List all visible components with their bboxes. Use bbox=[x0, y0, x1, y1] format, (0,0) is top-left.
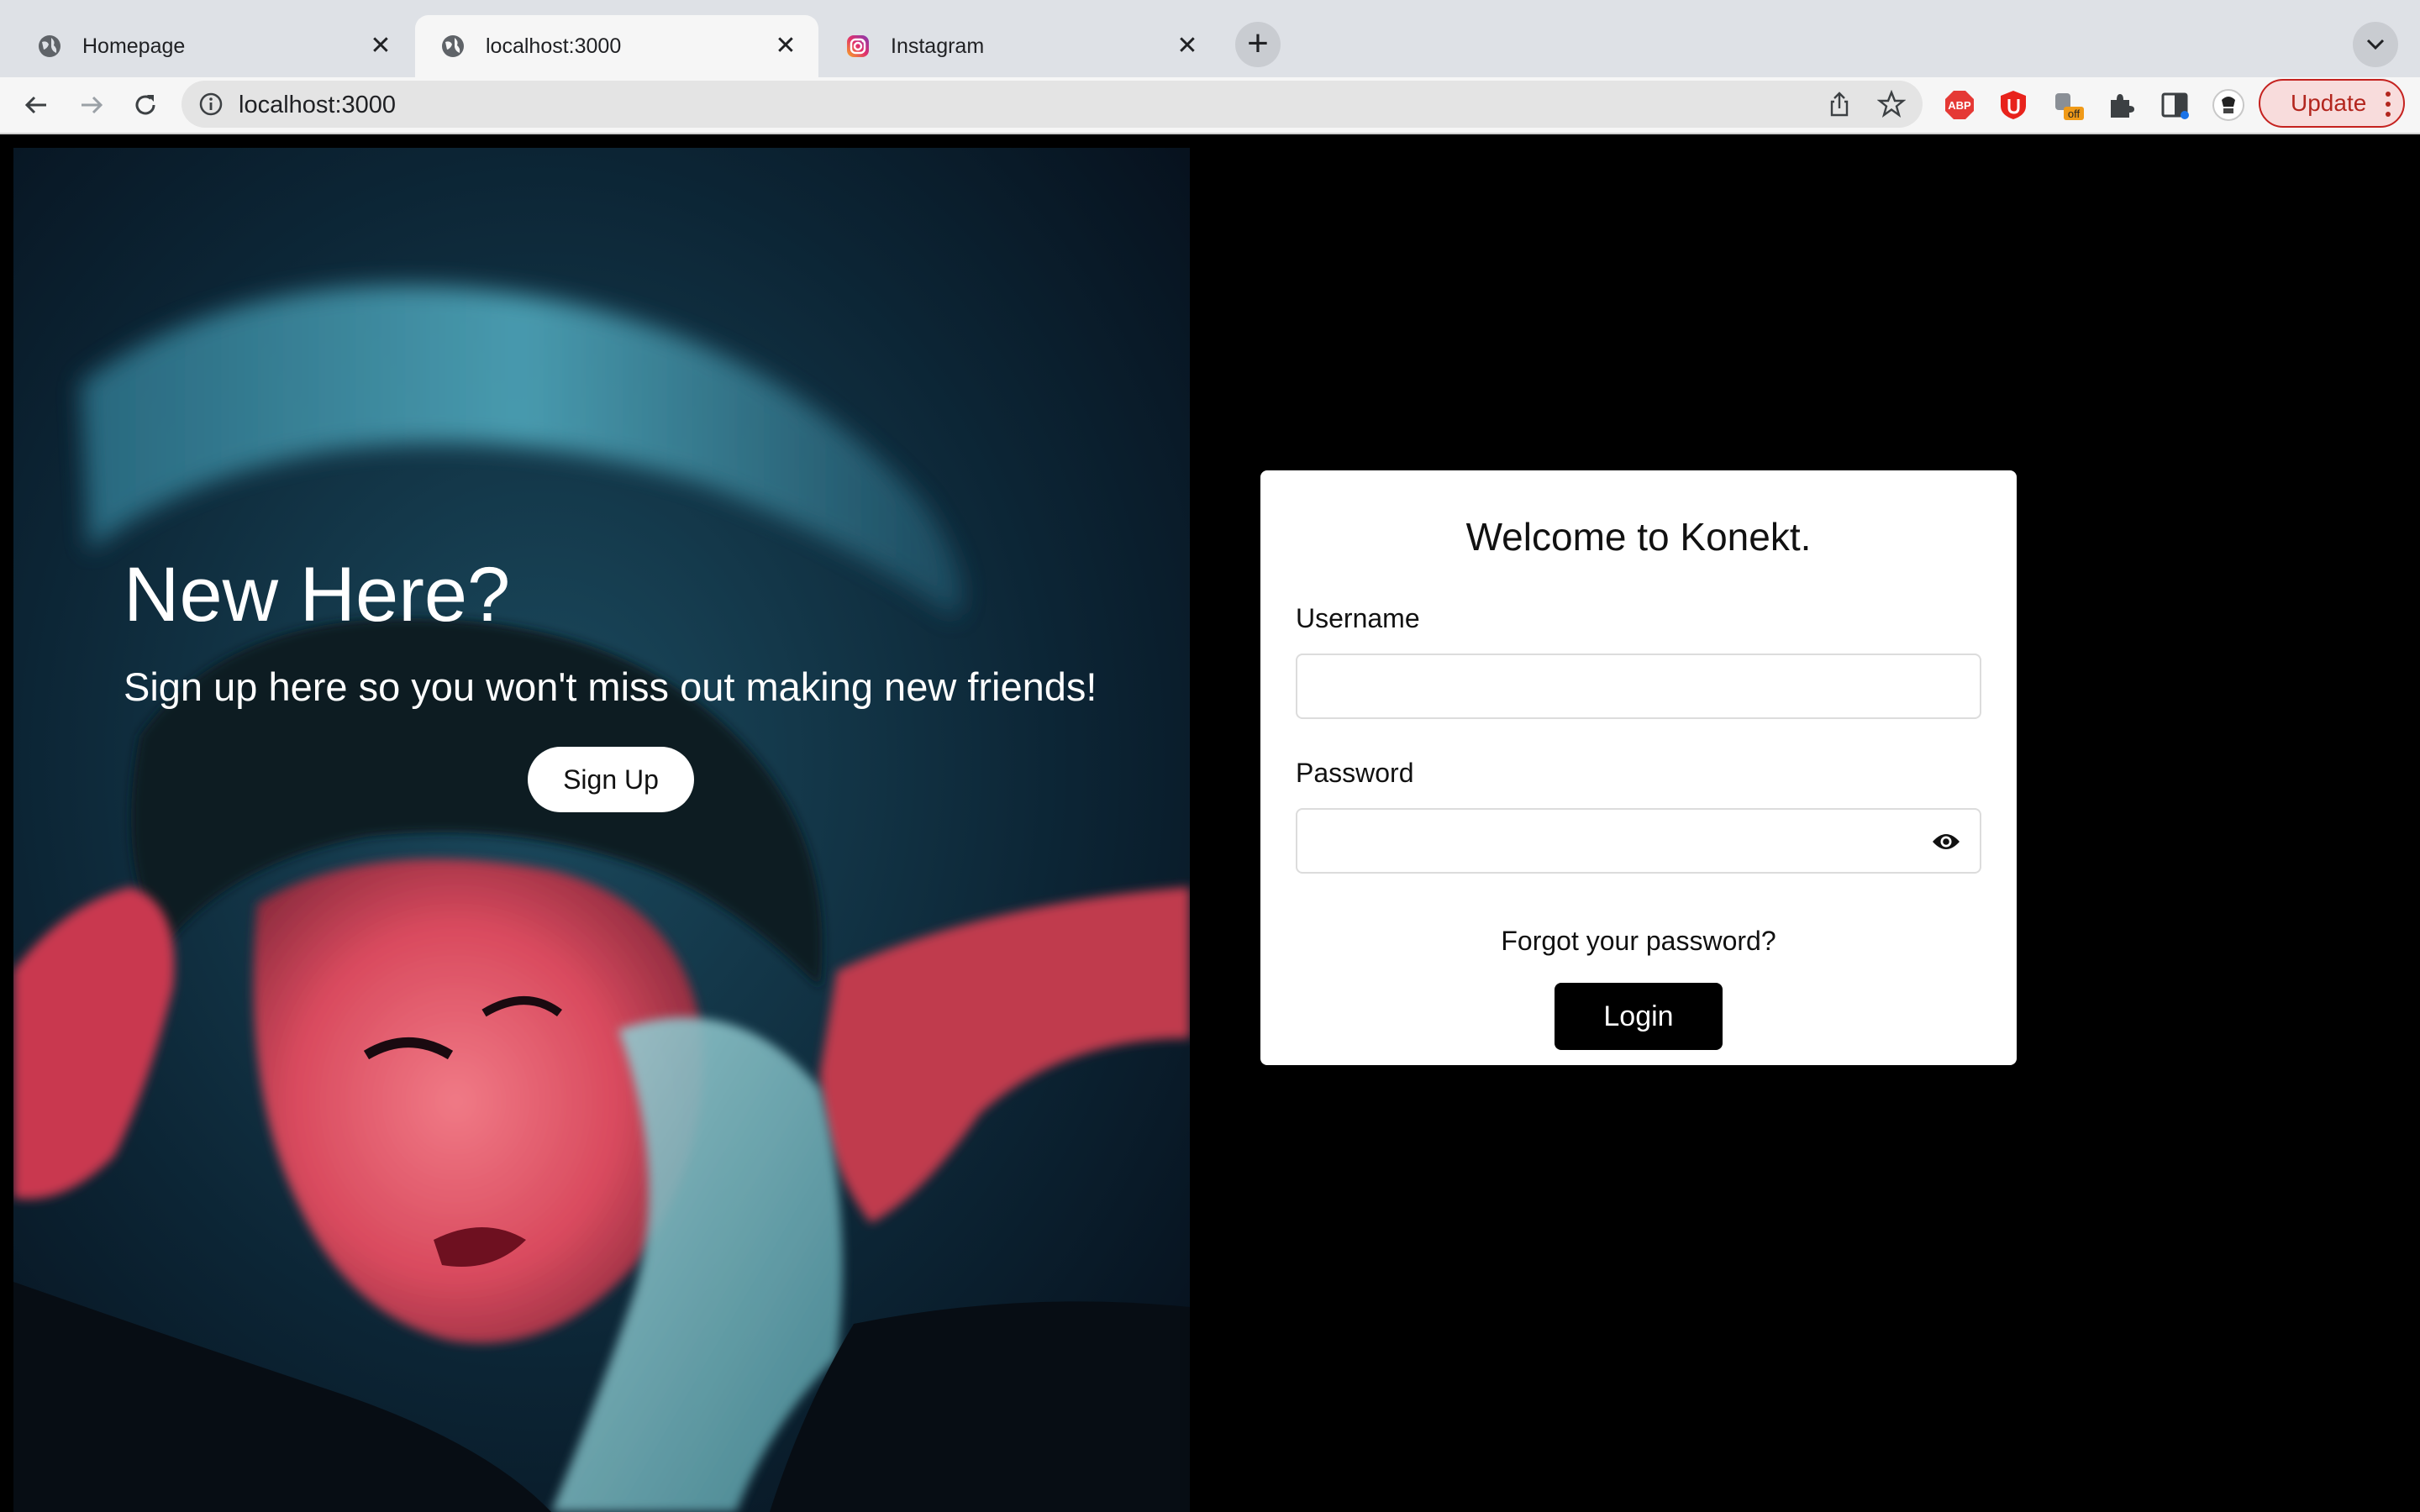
hero-panel: New Here? Sign up here so you won't miss… bbox=[13, 148, 1190, 1512]
globe-icon bbox=[442, 35, 464, 57]
adblock-plus-icon[interactable]: ABP bbox=[1943, 88, 1976, 122]
back-button[interactable] bbox=[15, 84, 57, 126]
ublock-icon bbox=[2001, 91, 2026, 119]
reload-button[interactable] bbox=[124, 84, 166, 126]
password-input[interactable] bbox=[1296, 808, 1981, 874]
bookmark-star-icon[interactable] bbox=[1877, 90, 1906, 118]
close-tab-icon[interactable]: ✕ bbox=[771, 32, 800, 60]
login-card: Welcome to Konekt. Username Password For… bbox=[1260, 470, 2017, 1065]
url-text[interactable]: localhost:3000 bbox=[239, 92, 396, 119]
tab-search-button[interactable] bbox=[2353, 22, 2398, 67]
new-tab-button[interactable]: + bbox=[1235, 22, 1281, 67]
username-label: Username bbox=[1296, 603, 1420, 633]
hero-photo bbox=[13, 148, 1190, 1512]
back-arrow-icon bbox=[24, 96, 46, 114]
close-tab-icon[interactable]: ✕ bbox=[366, 32, 395, 60]
tab-title: Homepage bbox=[82, 34, 186, 58]
ublock-icon[interactable] bbox=[1996, 88, 2030, 122]
side-panel-icon[interactable] bbox=[2158, 88, 2191, 122]
instagram-icon bbox=[847, 35, 869, 57]
svg-text:ABP: ABP bbox=[1948, 99, 1971, 112]
update-label: Update bbox=[2291, 90, 2367, 116]
hero-subtitle: Sign up here so you won't miss out makin… bbox=[124, 664, 1097, 709]
tab-homepage[interactable]: Homepage ✕ bbox=[12, 15, 413, 77]
login-title: Welcome to Konekt. bbox=[1465, 515, 1812, 559]
forgot-password-link[interactable]: Forgot your password? bbox=[1260, 926, 2017, 957]
show-password-eye-icon[interactable] bbox=[1931, 830, 1961, 853]
globe-icon bbox=[39, 35, 60, 57]
login-button[interactable]: Login bbox=[1555, 983, 1723, 1050]
hero-title: New Here? bbox=[124, 552, 511, 638]
address-bar[interactable]: localhost:3000 bbox=[182, 81, 1923, 128]
forward-button[interactable] bbox=[71, 84, 113, 126]
side-panel-icon bbox=[2161, 92, 2189, 119]
tab-instagram[interactable]: Instagram ✕ bbox=[820, 15, 1220, 77]
kebab-menu-icon[interactable] bbox=[2385, 91, 2391, 118]
off-badge-extension-icon: off bbox=[2055, 93, 2084, 120]
sign-up-button[interactable]: Sign Up bbox=[528, 747, 694, 812]
puzzle-extensions-icon bbox=[2111, 94, 2134, 118]
chevron-down-icon bbox=[2366, 39, 2385, 50]
puzzle-extensions-icon[interactable] bbox=[2104, 88, 2138, 122]
username-input[interactable] bbox=[1296, 654, 1981, 719]
profile-avatar-icon bbox=[2212, 89, 2244, 121]
reload-icon bbox=[135, 95, 155, 115]
site-info-icon[interactable] bbox=[198, 92, 224, 117]
profile-avatar-icon[interactable] bbox=[2212, 88, 2245, 122]
tab-title: localhost:3000 bbox=[486, 34, 622, 58]
share-icon[interactable] bbox=[1825, 90, 1854, 118]
browser-toolbar: localhost:3000 ABP off Update bbox=[0, 77, 2420, 134]
adblock-plus-icon: ABP bbox=[1945, 91, 1974, 119]
tab-localhost[interactable]: localhost:3000 ✕ bbox=[415, 15, 818, 77]
tab-title: Instagram bbox=[891, 34, 985, 58]
update-button[interactable]: Update bbox=[2259, 79, 2405, 128]
svg-text:off: off bbox=[2068, 108, 2081, 120]
close-tab-icon[interactable]: ✕ bbox=[1173, 32, 1202, 60]
password-label: Password bbox=[1296, 758, 1414, 788]
off-badge-extension-icon[interactable]: off bbox=[2050, 88, 2084, 122]
forward-arrow-icon bbox=[82, 96, 103, 114]
tab-strip: Homepage ✕ localhost:3000 ✕ Instagram ✕ … bbox=[0, 0, 2420, 77]
